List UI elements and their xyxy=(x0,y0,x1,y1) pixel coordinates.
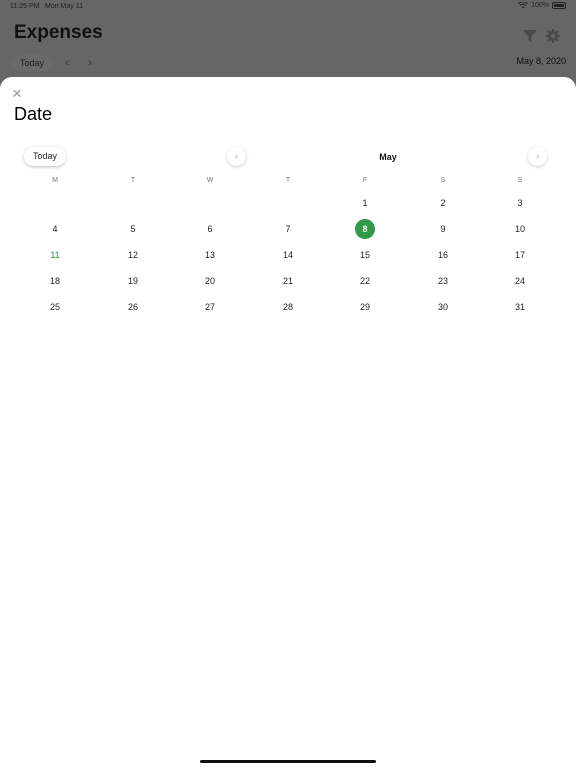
calendar-day[interactable]: 7 xyxy=(278,219,298,239)
home-indicator xyxy=(200,760,376,763)
calendar-grid: 1 2 3 4 5 6 7 8 9 10 11 12 13 14 15 16 17 18 19 20 21 22 23 24 2… xyxy=(16,193,560,323)
month-label: May xyxy=(379,152,397,162)
next-month-button[interactable]: › xyxy=(528,147,547,166)
weekday-label: S xyxy=(440,177,446,184)
wifi-icon xyxy=(518,2,529,9)
background-next-day-button[interactable]: › xyxy=(83,56,97,70)
page-title: Expenses xyxy=(14,22,103,43)
calendar-day[interactable]: 30 xyxy=(433,297,453,317)
weekday-label: W xyxy=(206,177,214,184)
gear-icon[interactable] xyxy=(545,28,561,44)
calendar-day[interactable]: 28 xyxy=(278,297,298,317)
battery-icon xyxy=(552,2,566,9)
calendar-day[interactable]: 15 xyxy=(355,245,375,265)
battery-percent: 100% xyxy=(531,2,549,9)
calendar-day[interactable]: 2 xyxy=(433,193,453,213)
calendar-day[interactable]: 23 xyxy=(433,271,453,291)
background-prev-day-button[interactable]: ‹ xyxy=(60,56,74,70)
filter-icon[interactable] xyxy=(522,28,538,44)
calendar-day[interactable]: 6 xyxy=(200,219,220,239)
chevron-left-icon: ‹ xyxy=(234,151,239,162)
calendar-day[interactable]: 12 xyxy=(123,245,143,265)
calendar-day[interactable]: 31 xyxy=(510,297,530,317)
status-time: 11:25 PM xyxy=(10,3,40,10)
weekday-label: M xyxy=(52,177,58,184)
calendar-day[interactable]: 22 xyxy=(355,271,375,291)
weekday-header: M T W T F S S xyxy=(16,177,560,187)
prev-month-button[interactable]: ‹ xyxy=(227,147,246,166)
calendar-day[interactable]: 18 xyxy=(45,271,65,291)
calendar-day[interactable]: 25 xyxy=(45,297,65,317)
calendar-day[interactable]: 21 xyxy=(278,271,298,291)
weekday-label: F xyxy=(362,177,368,184)
chevron-right-icon: › xyxy=(535,151,540,162)
sheet-title: Date xyxy=(14,104,53,124)
status-bar: 11:25 PM Mon May 11 100% xyxy=(0,0,576,14)
status-date: Mon May 11 xyxy=(45,3,83,10)
calendar-day[interactable]: 5 xyxy=(123,219,143,239)
calendar-day[interactable]: 13 xyxy=(200,245,220,265)
calendar-day[interactable]: 27 xyxy=(200,297,220,317)
calendar-day[interactable]: 14 xyxy=(278,245,298,265)
weekday-label: T xyxy=(130,177,136,184)
status-right: 100% xyxy=(518,2,566,9)
date-picker-sheet: ✕ Date Today ‹ May › M T W T F S S 12345… xyxy=(0,77,576,768)
close-button[interactable]: ✕ xyxy=(10,87,24,101)
calendar-day[interactable]: 3 xyxy=(510,193,530,213)
background-today-button[interactable]: Today xyxy=(12,55,52,71)
weekday-label: S xyxy=(517,177,523,184)
calendar-day[interactable]: 17 xyxy=(510,245,530,265)
calendar-day[interactable]: 29 xyxy=(355,297,375,317)
calendar-day[interactable]: 4 xyxy=(45,219,65,239)
calendar-day[interactable]: 26 xyxy=(123,297,143,317)
calendar-day[interactable]: 10 xyxy=(510,219,530,239)
calendar-day[interactable]: 1 xyxy=(355,193,375,213)
calendar-day-selected[interactable]: 8 xyxy=(355,219,375,239)
calendar-day[interactable]: 9 xyxy=(433,219,453,239)
calendar-day[interactable]: 20 xyxy=(200,271,220,291)
calendar-day[interactable]: 16 xyxy=(433,245,453,265)
calendar-day[interactable]: 19 xyxy=(123,271,143,291)
background-selected-date: May 8, 2020 xyxy=(516,56,566,66)
weekday-label: T xyxy=(285,177,291,184)
calendar-day-today[interactable]: 11 xyxy=(45,245,65,265)
calendar-day[interactable]: 24 xyxy=(510,271,530,291)
today-button[interactable]: Today xyxy=(24,147,66,166)
